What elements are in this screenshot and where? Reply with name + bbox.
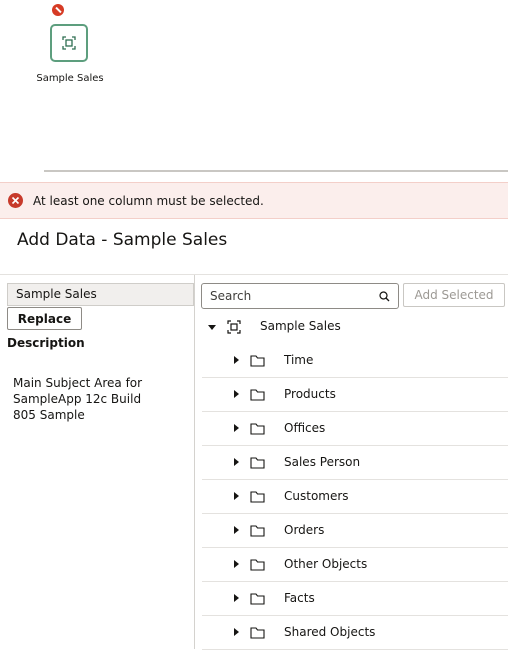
add-selected-button[interactable]: Add Selected bbox=[403, 283, 505, 307]
tree-item[interactable]: Other Objects bbox=[202, 548, 508, 582]
caret-right-icon[interactable] bbox=[234, 424, 239, 432]
description-text: Main Subject Area for SampleApp 12c Buil… bbox=[13, 376, 143, 422]
subject-area-icon bbox=[227, 320, 241, 334]
folder-icon bbox=[250, 627, 265, 639]
tree-item-label: Offices bbox=[284, 421, 326, 435]
canvas-divider bbox=[44, 170, 508, 172]
error-banner: At least one column must be selected. bbox=[0, 182, 508, 219]
search-box bbox=[201, 283, 399, 309]
folder-icon bbox=[250, 423, 265, 435]
caret-right-icon[interactable] bbox=[234, 560, 239, 568]
tree-item[interactable]: Products bbox=[202, 378, 508, 412]
caret-right-icon[interactable] bbox=[234, 492, 239, 500]
caret-right-icon[interactable] bbox=[234, 628, 239, 636]
folder-icon bbox=[250, 491, 265, 503]
tree-item[interactable]: Shared Objects bbox=[202, 616, 508, 650]
tree-item-label: Time bbox=[284, 353, 314, 367]
dialog-title: Add Data - Sample Sales bbox=[17, 230, 228, 250]
canvas-area: Sample Sales bbox=[0, 0, 508, 172]
caret-right-icon[interactable] bbox=[234, 390, 239, 398]
sample-sales-node[interactable] bbox=[50, 24, 88, 62]
caret-down-icon[interactable] bbox=[208, 325, 216, 330]
folder-icon bbox=[250, 559, 265, 571]
tree-item[interactable]: Customers bbox=[202, 480, 508, 514]
tree-root-label: Sample Sales bbox=[260, 319, 341, 333]
tree-item[interactable]: Orders bbox=[202, 514, 508, 548]
folder-icon bbox=[250, 593, 265, 605]
tree-item-label: Facts bbox=[284, 591, 315, 605]
caret-right-icon[interactable] bbox=[234, 526, 239, 534]
data-element-tree: Sample Sales Time Products Offices Sales Pe… bbox=[195, 310, 508, 650]
tree-item[interactable]: Time bbox=[202, 344, 508, 378]
node-error-icon[interactable] bbox=[52, 4, 64, 16]
caret-right-icon[interactable] bbox=[234, 356, 239, 364]
subject-area-panel: Sample Sales Replace Description Main Su… bbox=[0, 275, 195, 649]
folder-icon bbox=[250, 457, 265, 469]
tree-item[interactable]: Facts bbox=[202, 582, 508, 616]
tree-item-label: Sales Person bbox=[284, 455, 361, 469]
tree-item-label: Other Objects bbox=[284, 557, 368, 571]
search-input[interactable] bbox=[210, 289, 370, 303]
folder-icon bbox=[250, 525, 265, 537]
subject-area-icon bbox=[62, 36, 76, 50]
tree-items: Time Products Offices Sales Person Customers… bbox=[195, 344, 508, 650]
tree-item[interactable]: Offices bbox=[202, 412, 508, 446]
caret-right-icon[interactable] bbox=[234, 458, 239, 466]
tree-item-label: Products bbox=[284, 387, 336, 401]
tree-item[interactable]: Sales Person bbox=[202, 446, 508, 480]
search-icon[interactable] bbox=[379, 291, 390, 302]
tree-item-label: Shared Objects bbox=[284, 625, 376, 639]
replace-button[interactable]: Replace bbox=[7, 307, 82, 330]
tree-item-label: Orders bbox=[284, 523, 325, 537]
tree-root-sample-sales[interactable]: Sample Sales bbox=[195, 310, 508, 344]
subject-area-tab[interactable]: Sample Sales bbox=[7, 283, 194, 306]
node-label: Sample Sales bbox=[36, 73, 104, 84]
description-label: Description bbox=[7, 336, 85, 350]
tree-item-label: Customers bbox=[284, 489, 349, 503]
caret-right-icon[interactable] bbox=[234, 594, 239, 602]
folder-icon bbox=[250, 389, 265, 401]
error-circle-icon bbox=[8, 193, 23, 208]
folder-icon bbox=[250, 355, 265, 367]
error-message: At least one column must be selected. bbox=[33, 193, 264, 208]
